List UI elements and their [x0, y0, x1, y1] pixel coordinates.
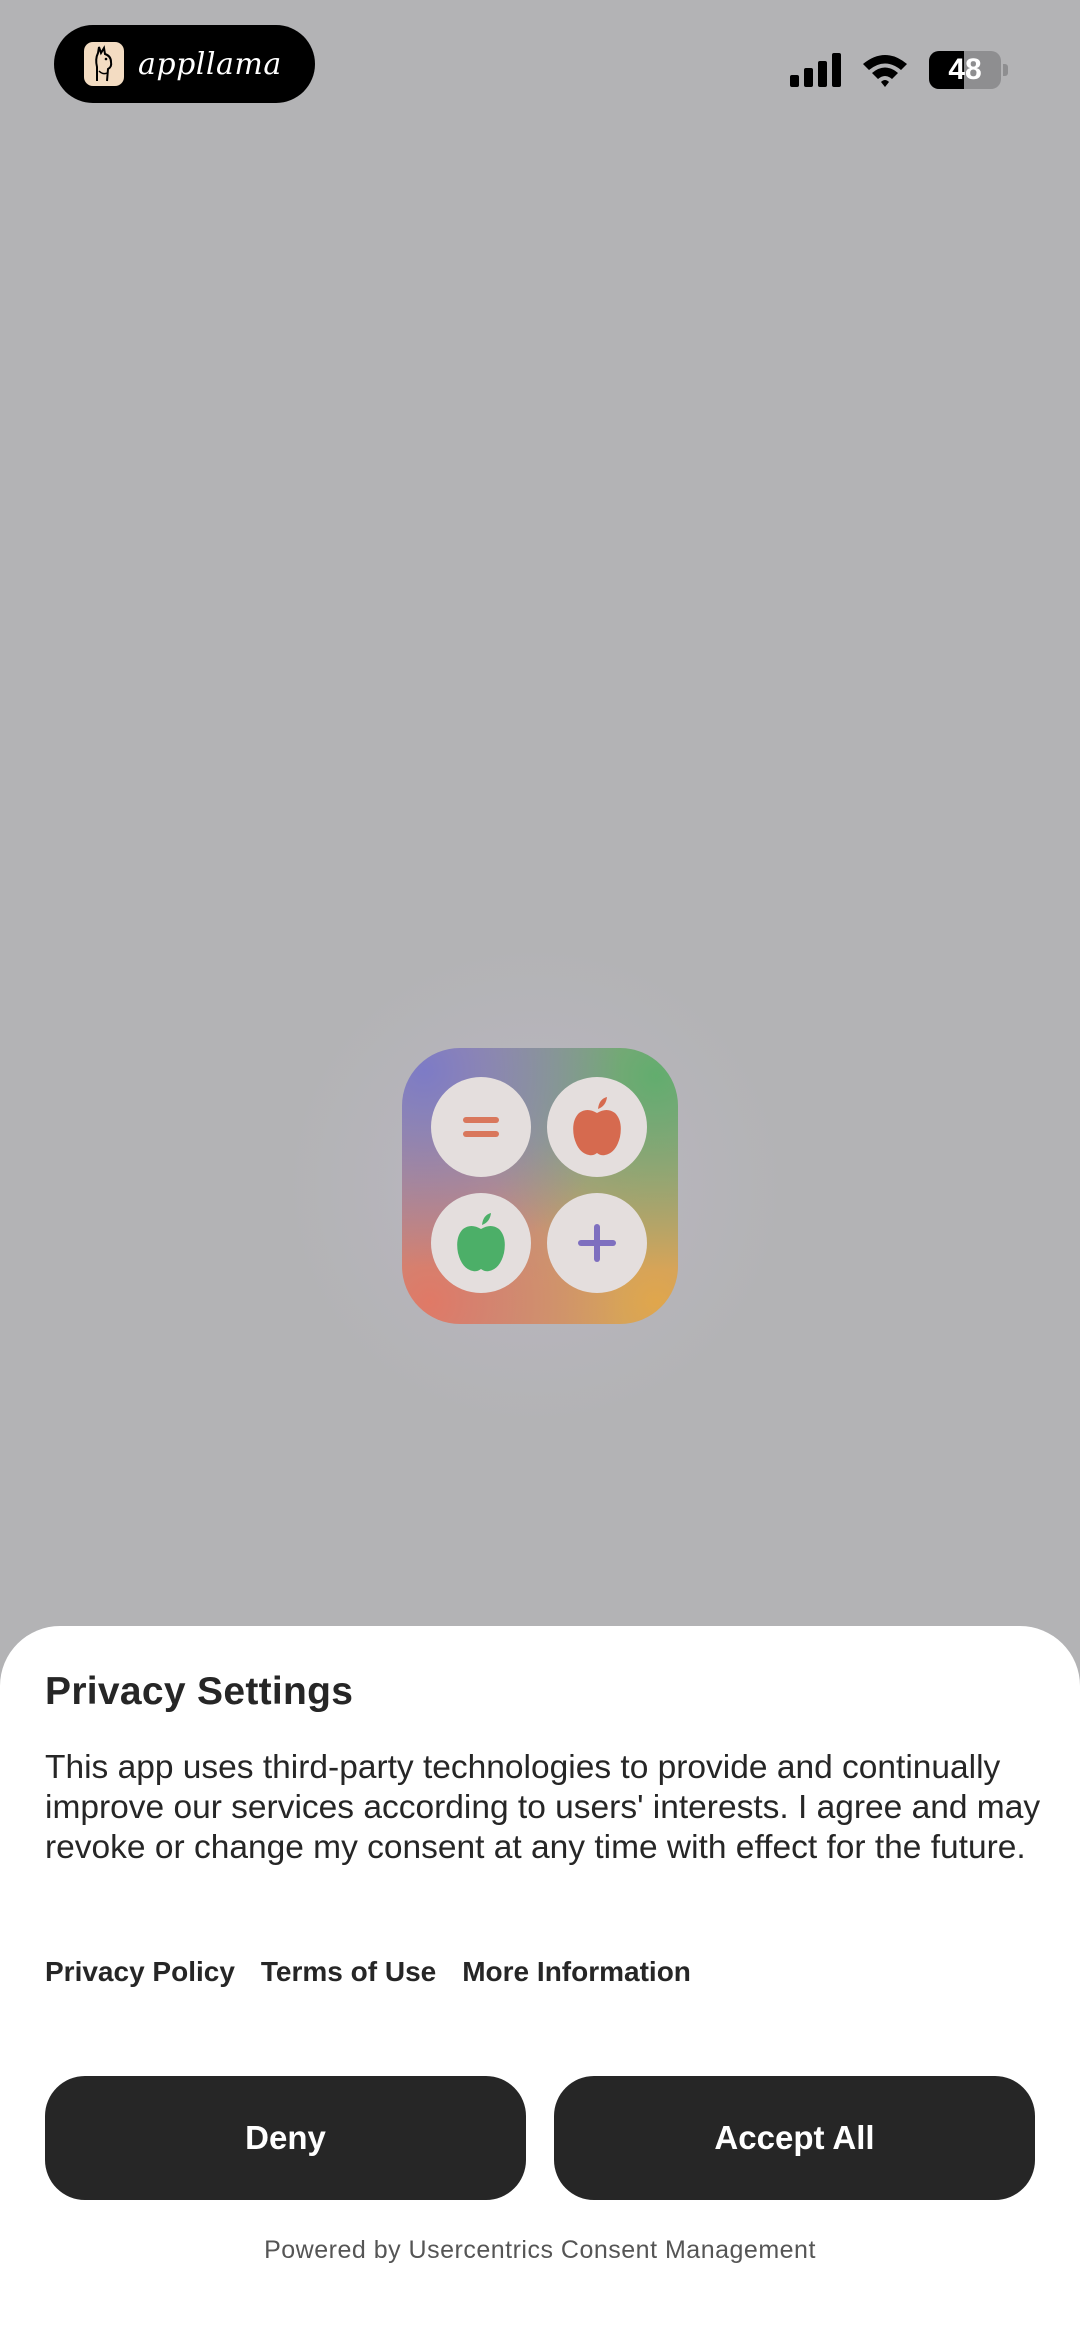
battery-nub — [1003, 64, 1008, 76]
deny-button[interactable]: Deny — [45, 2076, 526, 2200]
accept-all-button[interactable]: Accept All — [554, 2076, 1035, 2200]
cellular-signal-icon — [790, 53, 841, 87]
app-name-label: appllama — [138, 46, 282, 82]
policy-links: Privacy Policy Terms of Use More Informa… — [45, 1956, 691, 1988]
green-apple-icon — [431, 1193, 531, 1293]
equals-icon — [431, 1077, 531, 1177]
consent-description: This app uses third-party technologies t… — [45, 1749, 1041, 1866]
powered-by-text: Powered by Usercentrics Consent Manageme… — [264, 2236, 816, 2264]
app-indicator-pill[interactable]: appllama — [54, 25, 315, 103]
plus-icon — [547, 1193, 647, 1293]
privacy-policy-link[interactable]: Privacy Policy — [45, 1956, 235, 1988]
wifi-icon — [863, 55, 907, 87]
privacy-settings-sheet: Privacy Settings This app uses third-par… — [0, 1626, 1080, 2337]
app-splash-icon — [402, 1048, 678, 1324]
more-information-link[interactable]: More Information — [462, 1956, 691, 1988]
red-apple-icon — [547, 1077, 647, 1177]
sheet-title: Privacy Settings — [45, 1670, 354, 1713]
battery-icon: 48 — [929, 51, 1001, 89]
llama-logo-icon — [84, 42, 124, 86]
status-icons: 48 — [790, 48, 1008, 92]
battery-percent: 48 — [948, 53, 982, 86]
terms-of-use-link[interactable]: Terms of Use — [261, 1956, 436, 1988]
